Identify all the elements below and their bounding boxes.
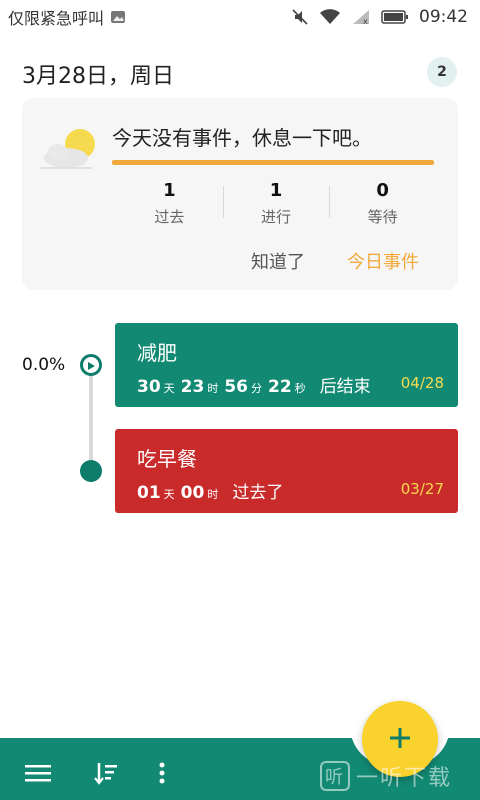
status-right: x 09:42	[291, 7, 468, 27]
stat-past[interactable]: 1 过去	[116, 180, 223, 230]
menu-button[interactable]	[20, 756, 56, 792]
sun-cloud-icon	[36, 124, 106, 178]
clock: 09:42	[419, 7, 468, 27]
hours-value: 23	[180, 377, 205, 397]
days-value: 30	[137, 377, 161, 397]
hours-value: 00	[180, 483, 205, 503]
plus-icon	[388, 726, 412, 753]
menu-icon	[25, 763, 51, 786]
timeline-current-marker	[80, 354, 102, 376]
event-title: 减肥	[137, 341, 177, 365]
wifi-icon	[319, 8, 341, 26]
svg-text:x: x	[363, 17, 368, 26]
signal-icon: x	[351, 8, 371, 26]
stat-value: 1	[269, 180, 283, 201]
more-vert-icon	[157, 761, 167, 788]
summary-card: 今天没有事件，休息一下吧。 1 过去 1 进行 0 等待 知道了 今日事件	[22, 98, 458, 290]
event-countdown: 30 天 23 时 56 分 22 秒 后结束	[137, 372, 371, 397]
watermark: 听 一听下载	[320, 760, 452, 792]
watermark-logo: 听	[320, 761, 350, 791]
event-title: 吃早餐	[137, 447, 197, 471]
minutes-value: 56	[224, 377, 249, 397]
status-left: 仅限紧急呼叫	[8, 5, 126, 29]
more-options-button[interactable]	[144, 756, 180, 792]
sort-icon	[93, 760, 119, 789]
stat-ongoing[interactable]: 1 进行	[222, 180, 330, 230]
page-title-date: 3月28日，周日	[22, 64, 174, 89]
summary-message: 今天没有事件，休息一下吧。	[112, 126, 372, 150]
play-icon	[86, 356, 96, 375]
stat-label: 等待	[367, 208, 398, 226]
stat-label: 进行	[261, 208, 292, 226]
hours-unit: 时	[207, 382, 219, 395]
countdown-suffix: 后结束	[319, 377, 371, 397]
event-card[interactable]: 吃早餐 01 天 00 时 过去了 03/27	[115, 429, 458, 513]
status-bar: 仅限紧急呼叫 x 09:42	[0, 0, 480, 34]
stats-row: 1 过去 1 进行 0 等待	[116, 180, 436, 230]
carrier-text: 仅限紧急呼叫	[8, 9, 105, 28]
event-date: 04/28	[400, 374, 444, 392]
seconds-unit: 秒	[294, 382, 306, 395]
event-date: 03/27	[400, 480, 444, 498]
image-notification-icon	[110, 9, 126, 25]
mute-icon	[291, 8, 309, 26]
stat-waiting[interactable]: 0 等待	[329, 180, 436, 230]
watermark-text: 一听下载	[356, 766, 453, 791]
today-events-button[interactable]: 今日事件	[347, 248, 419, 274]
stat-label: 过去	[154, 208, 185, 226]
timeline-line	[89, 368, 93, 472]
progress-percent: 0.0%	[22, 355, 66, 375]
sort-button[interactable]	[88, 756, 124, 792]
seconds-value: 22	[268, 377, 292, 397]
event-countdown: 01 天 00 时 过去了	[137, 478, 283, 503]
hours-unit: 时	[207, 488, 219, 501]
minutes-unit: 分	[251, 382, 263, 395]
event-count-badge[interactable]: 2	[427, 57, 457, 87]
days-unit: 天	[163, 382, 175, 395]
stat-value: 1	[163, 180, 176, 201]
days-unit: 天	[163, 488, 175, 501]
countdown-suffix: 过去了	[232, 483, 284, 503]
event-card[interactable]: 减肥 30 天 23 时 56 分 22 秒 后结束 04/28	[115, 323, 458, 407]
battery-icon	[381, 9, 409, 25]
stat-value: 0	[376, 180, 389, 201]
summary-divider-bar	[112, 160, 434, 165]
days-value: 01	[137, 483, 161, 503]
timeline-dot	[80, 460, 102, 482]
got-it-button[interactable]: 知道了	[251, 248, 305, 274]
